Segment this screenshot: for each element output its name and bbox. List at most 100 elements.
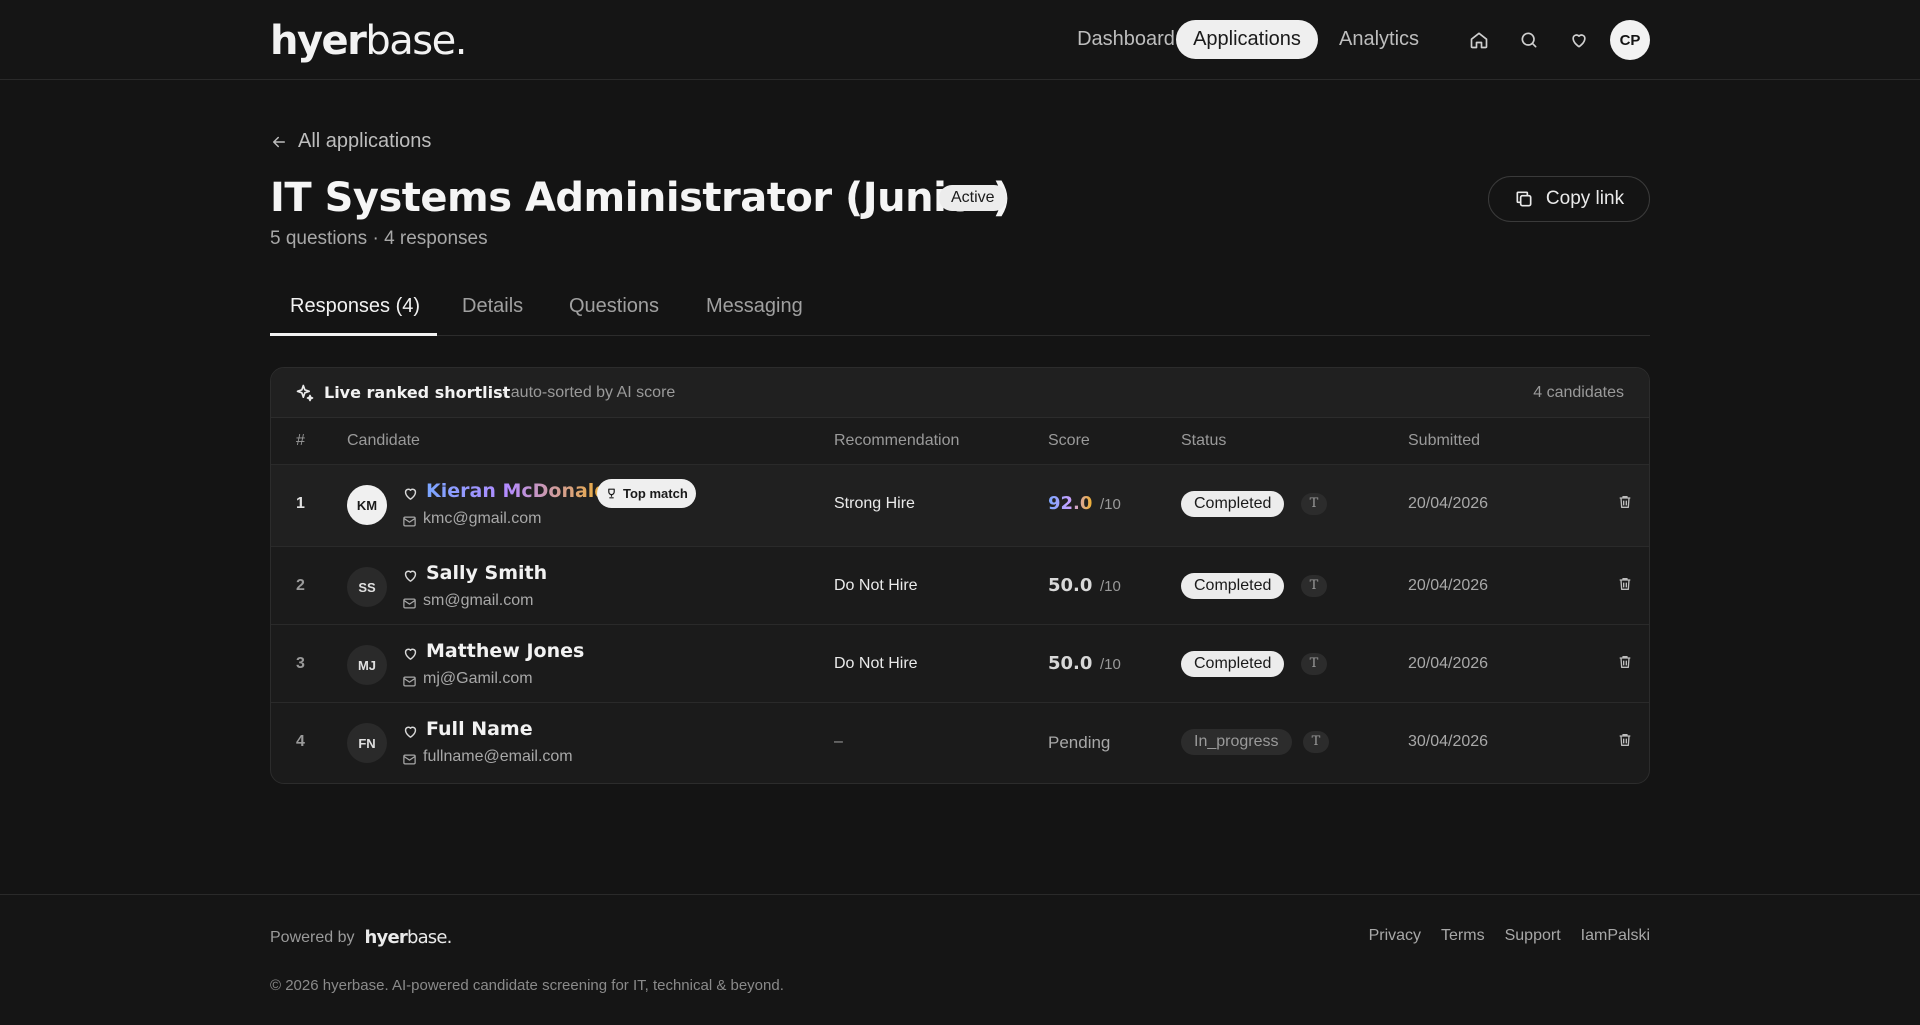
heart-icon[interactable]	[402, 645, 419, 662]
score-value: 50.0	[1048, 653, 1093, 674]
home-icon[interactable]	[1463, 24, 1495, 56]
active-tab-indicator	[270, 333, 437, 336]
candidate-name[interactable]: Sally Smith	[426, 562, 547, 584]
candidate-count: 4 candidates	[1533, 384, 1624, 401]
tab-bar: Responses (4) Details Questions Messagin…	[270, 285, 1650, 336]
recommendation: –	[834, 733, 843, 750]
column-header-status: Status	[1181, 432, 1227, 449]
score-value: 50.0	[1048, 575, 1093, 596]
arrow-left-icon	[273, 136, 285, 147]
shortlist-title: Live ranked shortlist	[324, 383, 511, 402]
tab-messaging[interactable]: Messaging	[706, 295, 803, 318]
submitted-date: 20/04/2026	[1408, 495, 1489, 512]
candidate-name[interactable]: Kieran McDonald	[426, 480, 608, 502]
powered-by-label: Powered by	[270, 928, 355, 946]
page-subtitle: 5 questions · 4 responses	[270, 228, 488, 249]
heart-icon[interactable]	[402, 723, 419, 740]
trash-icon[interactable]	[1617, 731, 1633, 749]
candidate-email: kmc@gmail.com	[423, 510, 542, 527]
column-header-score: Score	[1048, 432, 1090, 449]
back-to-applications-link[interactable]: All applications	[270, 130, 431, 153]
footer-link-privacy[interactable]: Privacy	[1369, 927, 1421, 945]
powered-by: Powered by hyerbase.	[270, 927, 452, 948]
type-badge: T	[1301, 493, 1327, 515]
copyright: © 2026 hyerbase. AI-powered candidate sc…	[270, 977, 784, 994]
score-suffix: /10	[1100, 656, 1121, 673]
table-row[interactable]: 2 SS Sally Smith sm@gmail.com Do Not Hir…	[271, 546, 1649, 624]
footer-links: Privacy Terms Support IamPalski	[1369, 927, 1650, 945]
column-header-candidate: Candidate	[347, 432, 420, 449]
heart-icon[interactable]	[1563, 24, 1595, 56]
row-rank: 1	[296, 495, 305, 512]
status-badge: Completed	[1181, 491, 1285, 517]
footer-link-support[interactable]: Support	[1505, 927, 1561, 945]
status-badge: Active	[939, 185, 1007, 211]
copy-link-label: Copy link	[1545, 188, 1625, 209]
score-suffix: /10	[1100, 578, 1121, 595]
top-match-badge: Top match	[597, 479, 696, 508]
candidate-name[interactable]: Full Name	[426, 718, 533, 740]
type-badge: T	[1301, 653, 1327, 675]
top-navigation-bar: hyerbase. Dashboard Applications Analyti…	[0, 0, 1920, 80]
avatar: KM	[347, 485, 387, 525]
avatar: FN	[347, 723, 387, 763]
copy-icon	[1516, 191, 1532, 207]
column-header-rank: #	[296, 432, 305, 449]
nav-applications[interactable]: Applications	[1176, 20, 1318, 59]
row-rank: 4	[296, 733, 305, 750]
row-rank: 2	[296, 577, 305, 594]
row-rank: 3	[296, 655, 305, 672]
status-badge: Completed	[1181, 573, 1285, 599]
submitted-date: 30/04/2026	[1408, 733, 1489, 750]
table-row[interactable]: 1 KM Kieran McDonald Top match kmc@gmail…	[271, 464, 1649, 546]
user-avatar[interactable]: CP	[1610, 20, 1650, 60]
tab-responses[interactable]: Responses (4)	[290, 295, 420, 318]
mail-icon	[403, 754, 416, 765]
page-title: IT Systems Administrator (Junior)	[270, 175, 1011, 221]
recommendation: Strong Hire	[834, 495, 915, 512]
hyerbase-logo[interactable]: hyerbase.	[270, 18, 467, 64]
score-suffix: /10	[1100, 496, 1121, 513]
type-badge: T	[1301, 575, 1327, 597]
copy-link-button[interactable]: Copy link	[1488, 176, 1650, 222]
shortlist-panel: Live ranked shortlist · auto-sorted by A…	[270, 367, 1650, 784]
mail-icon	[403, 598, 416, 609]
avatar: SS	[347, 567, 387, 607]
candidate-email: sm@gmail.com	[423, 592, 534, 609]
shortlist-description: · auto-sorted by AI score	[501, 384, 676, 401]
submitted-date: 20/04/2026	[1408, 577, 1489, 594]
avatar: MJ	[347, 645, 387, 685]
trash-icon[interactable]	[1617, 493, 1633, 511]
trash-icon[interactable]	[1617, 575, 1633, 593]
footer-logo[interactable]: hyerbase.	[365, 927, 453, 948]
type-badge: T	[1303, 731, 1329, 753]
column-header-submitted: Submitted	[1408, 432, 1481, 449]
back-label: All applications	[298, 130, 432, 152]
mail-icon	[403, 676, 416, 687]
recommendation: Do Not Hire	[834, 577, 918, 594]
candidate-name[interactable]: Matthew Jones	[426, 640, 584, 662]
table-row[interactable]: 4 FN Full Name fullname@email.com – Pend…	[271, 702, 1649, 780]
heart-icon[interactable]	[402, 567, 419, 584]
tab-questions[interactable]: Questions	[569, 295, 659, 318]
score-pending: Pending	[1048, 733, 1111, 752]
heart-icon[interactable]	[402, 485, 419, 502]
score-value: 92.0	[1048, 493, 1093, 514]
recommendation: Do Not Hire	[834, 655, 918, 672]
table-row[interactable]: 3 MJ Matthew Jones mj@Gamil.com Do Not H…	[271, 624, 1649, 702]
footer-link-terms[interactable]: Terms	[1441, 927, 1485, 945]
footer-link-author[interactable]: IamPalski	[1581, 927, 1650, 945]
sparkle-icon	[296, 384, 314, 402]
shortlist-header: Live ranked shortlist · auto-sorted by A…	[271, 368, 1649, 418]
status-badge: Completed	[1181, 651, 1285, 677]
trash-icon[interactable]	[1617, 653, 1633, 671]
tab-details[interactable]: Details	[462, 295, 523, 318]
trophy-icon	[608, 488, 615, 499]
submitted-date: 20/04/2026	[1408, 655, 1489, 672]
search-icon[interactable]	[1513, 24, 1545, 56]
footer: Powered by hyerbase. Privacy Terms Suppo…	[0, 894, 1920, 1025]
candidate-email: fullname@email.com	[423, 748, 573, 765]
nav-analytics[interactable]: Analytics	[1326, 20, 1432, 59]
candidate-email: mj@Gamil.com	[423, 670, 533, 687]
mail-icon	[403, 516, 416, 527]
